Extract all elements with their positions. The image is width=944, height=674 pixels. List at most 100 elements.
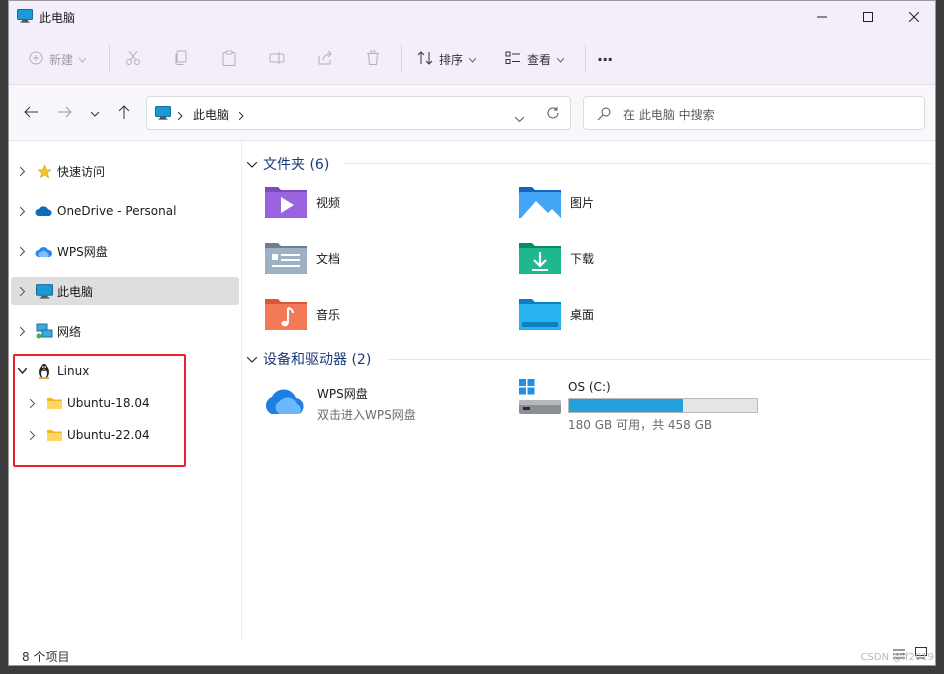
drive-label: OS (C:) <box>568 380 611 394</box>
drive-usage-bar <box>568 398 758 413</box>
folder-label: 文档 <box>316 252 341 266</box>
sidebar-item-label: 此电脑 <box>57 284 94 299</box>
address-dropdown-icon[interactable] <box>514 111 525 125</box>
toolbar-divider <box>401 45 402 73</box>
computer-icon <box>33 283 55 299</box>
sidebar-item-network[interactable]: 网络 <box>11 317 239 345</box>
sidebar-item-onedrive[interactable]: OneDrive - Personal <box>11 197 239 225</box>
sidebar-item-label: 网络 <box>57 324 82 339</box>
scissors-icon <box>125 50 141 69</box>
folder-documents[interactable]: 文档 <box>264 239 340 278</box>
new-button[interactable]: 新建 <box>29 45 87 73</box>
desktop-folder-icon <box>518 295 562 334</box>
sidebar-item-quick-access[interactable]: 快速访问 <box>11 157 239 185</box>
chevron-right-icon <box>177 109 183 123</box>
more-label: ··· <box>597 49 613 69</box>
chevron-down-icon <box>90 106 100 120</box>
device-wps-drive[interactable]: WPS网盘 双击进入WPS网盘 <box>263 377 416 423</box>
documents-folder-icon <box>264 239 308 278</box>
refresh-icon[interactable] <box>546 106 560 123</box>
folder-label: 视频 <box>316 196 341 210</box>
sort-button[interactable]: 排序 <box>417 45 477 73</box>
view-button[interactable]: 查看 <box>505 45 565 73</box>
close-button[interactable] <box>891 1 935 33</box>
sidebar-item-this-pc[interactable]: 此电脑 <box>11 277 239 305</box>
copy-button[interactable] <box>173 45 189 73</box>
chevron-right-icon[interactable] <box>11 326 33 336</box>
cut-button[interactable] <box>125 45 141 73</box>
maximize-button[interactable] <box>845 1 891 33</box>
chevron-down-icon <box>556 52 565 66</box>
sort-label: 排序 <box>439 52 464 67</box>
folder-pictures[interactable]: 图片 <box>518 183 594 222</box>
folder-music[interactable]: 音乐 <box>264 295 340 334</box>
address-row: 此电脑 在 此电脑 中搜索 <box>9 85 935 141</box>
watermark: CSDN @if2019 <box>860 652 934 663</box>
title-bar: 此电脑 <box>9 1 935 33</box>
music-folder-icon <box>264 295 308 334</box>
folder-label: 下载 <box>570 252 595 266</box>
recent-locations-button[interactable] <box>83 101 107 125</box>
onedrive-cloud-icon <box>33 205 55 217</box>
file-explorer-window: 此电脑 新建 排序 查看 ··· 此电脑 在 此电脑 中搜索 快速访问 OneD… <box>8 0 936 666</box>
rename-button[interactable] <box>269 45 285 73</box>
windows-drive-icon <box>518 378 562 419</box>
plus-circle-icon <box>29 51 43 68</box>
sidebar-item-wps-drive[interactable]: WPS网盘 <box>11 237 239 265</box>
item-count: 8 个项目 <box>22 650 70 664</box>
folder-downloads[interactable]: 下载 <box>518 239 594 278</box>
videos-folder-icon <box>264 183 308 222</box>
pictures-folder-icon <box>518 183 562 222</box>
toolbar-divider <box>109 45 110 73</box>
view-list-icon <box>505 51 521 68</box>
chevron-right-icon[interactable] <box>238 109 244 123</box>
downloads-folder-icon <box>518 239 562 278</box>
drive-c[interactable]: OS (C:) 180 GB 可用，共 458 GB <box>518 377 758 433</box>
up-button[interactable] <box>112 101 136 125</box>
chevron-right-icon[interactable] <box>11 286 33 296</box>
chevron-down-icon <box>468 52 477 66</box>
computer-icon <box>17 9 33 26</box>
drive-free-text: 180 GB 可用，共 458 GB <box>568 418 713 432</box>
sidebar-item-label: OneDrive - Personal <box>57 204 177 218</box>
search-box[interactable]: 在 此电脑 中搜索 <box>583 96 925 130</box>
paste-button[interactable] <box>221 45 237 73</box>
back-button[interactable] <box>19 101 43 125</box>
minimize-button[interactable] <box>799 1 845 33</box>
address-bar[interactable]: 此电脑 <box>146 96 571 130</box>
folder-desktop[interactable]: 桌面 <box>518 295 594 334</box>
navigation-pane: 快速访问 OneDrive - Personal WPS网盘 此电脑 网络 Li… <box>9 141 242 641</box>
search-placeholder: 在 此电脑 中搜索 <box>623 108 715 122</box>
chevron-down-icon <box>246 351 258 367</box>
toolbar-divider <box>585 45 586 73</box>
group-divider <box>343 163 931 164</box>
forward-button[interactable] <box>53 101 77 125</box>
more-options-button[interactable]: ··· <box>597 45 613 73</box>
new-label: 新建 <box>49 52 74 67</box>
arrow-right-icon <box>58 106 72 121</box>
share-button[interactable] <box>317 45 333 73</box>
view-label: 查看 <box>527 52 552 67</box>
breadcrumb-this-pc[interactable]: 此电脑 <box>193 106 229 123</box>
chevron-right-icon[interactable] <box>11 246 33 256</box>
chevron-right-icon[interactable] <box>11 166 33 176</box>
network-icon <box>33 323 55 339</box>
sidebar-item-label: 快速访问 <box>57 164 106 179</box>
highlight-box <box>13 354 186 467</box>
folder-videos[interactable]: 视频 <box>264 183 340 222</box>
computer-icon <box>155 106 171 123</box>
devices-group-header[interactable]: 设备和驱动器 (2) <box>246 349 372 369</box>
folders-header-label: 文件夹 (6) <box>263 157 330 173</box>
chevron-down-icon <box>246 156 258 172</box>
chevron-right-icon[interactable] <box>11 206 33 216</box>
delete-button[interactable] <box>365 45 381 73</box>
device-label: WPS网盘 <box>317 387 368 401</box>
folder-label: 桌面 <box>570 308 595 322</box>
wps-cloud-icon <box>33 245 55 258</box>
devices-header-label: 设备和驱动器 (2) <box>263 352 372 368</box>
clipboard-icon <box>221 50 237 69</box>
status-bar: 8 个项目 <box>9 641 935 665</box>
wps-cloud-icon <box>263 383 309 418</box>
folders-group-header[interactable]: 文件夹 (6) <box>246 154 330 174</box>
window-title: 此电脑 <box>39 11 76 25</box>
